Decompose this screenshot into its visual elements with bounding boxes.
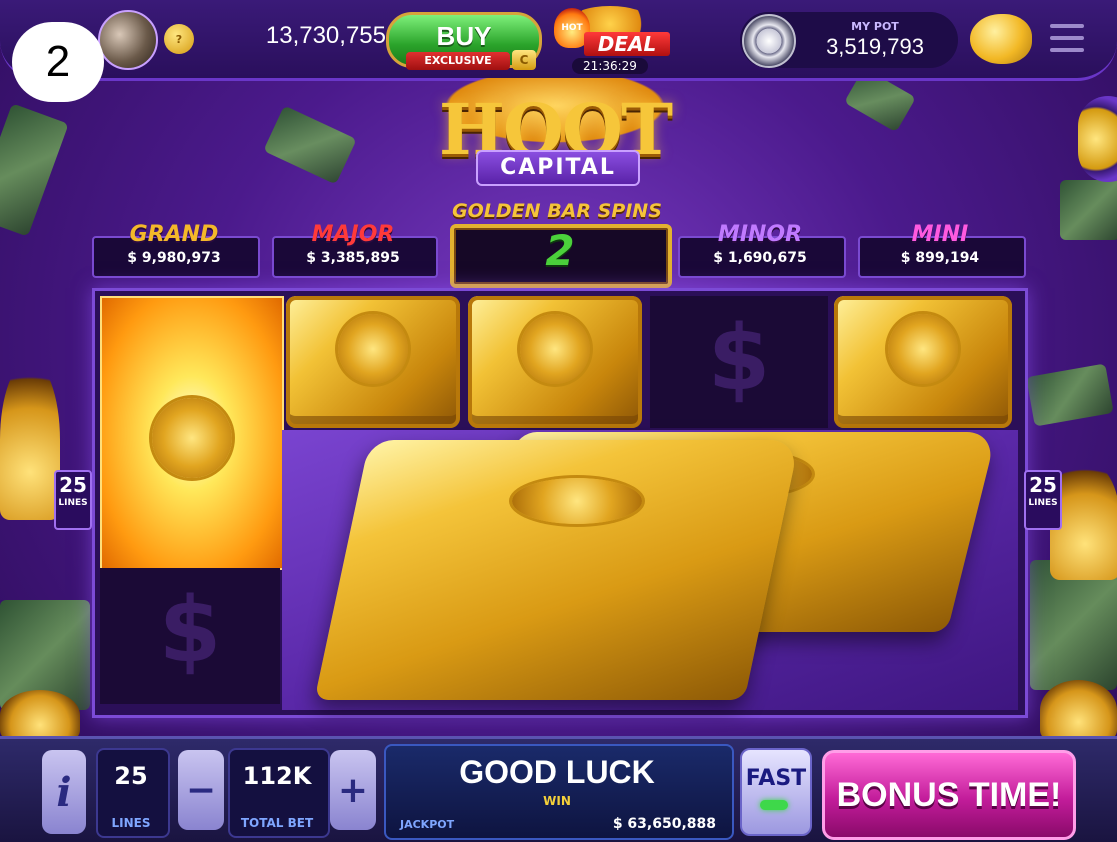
increase-bet-button[interactable]: + xyxy=(330,750,376,830)
my-pot-title: MY POT xyxy=(851,20,899,33)
coin-balance: 13,730,755 xyxy=(265,22,386,49)
piggy-bank-icon[interactable] xyxy=(970,14,1032,64)
exclusive-tag: EXCLUSIVE xyxy=(406,52,510,70)
lines-label-left: LINES xyxy=(58,498,88,508)
level-coin-icon: ? xyxy=(164,24,194,54)
decrease-bet-button[interactable]: − xyxy=(178,750,224,830)
jackpot-grand-value: $ 9,980,973 xyxy=(127,250,221,266)
fast-indicator-light xyxy=(760,800,788,810)
jackpot-mini-title: MINI xyxy=(911,222,969,247)
coin-icon: C xyxy=(512,50,536,70)
avatar[interactable] xyxy=(98,10,158,70)
total-bet-value: 112K xyxy=(242,762,312,790)
golden-bars-feature xyxy=(282,430,1018,710)
deal-button[interactable]: DEAL xyxy=(584,32,670,56)
jackpot-grand-title: GRAND xyxy=(129,222,219,247)
owl-emblem-icon xyxy=(888,314,958,384)
owl-emblem-icon xyxy=(512,478,642,524)
lines-label-right: LINES xyxy=(1028,498,1058,508)
reel-cell-empty: $ xyxy=(650,296,828,428)
deal-timer: 21:36:29 xyxy=(572,58,648,74)
step-badge: 2 xyxy=(12,22,104,102)
jackpot-label: JACKPOT xyxy=(400,818,455,831)
vault-icon xyxy=(742,14,796,68)
reel-symbol-gold-owl xyxy=(286,296,460,428)
jackpot-mini-value: $ 899,194 xyxy=(900,250,980,266)
side-bonus-icon[interactable] xyxy=(1078,96,1117,182)
reel-symbol-glowing-owl xyxy=(100,296,284,570)
menu-icon[interactable] xyxy=(1050,24,1084,52)
info-button[interactable]: i xyxy=(42,750,86,834)
lines-label: LINES xyxy=(111,816,151,830)
dollar-icon: $ xyxy=(158,578,222,683)
cash-decoration xyxy=(1060,180,1117,240)
jackpot-minor-title: MINOR xyxy=(717,222,803,247)
owl-emblem-icon xyxy=(152,398,232,478)
jackpot-major-title: MAJOR xyxy=(311,222,395,247)
golden-bar-spins-count: 2 xyxy=(545,226,575,275)
fast-spin-label: FAST xyxy=(745,766,807,791)
bonus-time-label: BONUS TIME! xyxy=(836,775,1062,814)
bonus-time-button[interactable]: BONUS TIME! xyxy=(822,750,1076,840)
lines-badge-left: 25 LINES xyxy=(54,470,92,530)
win-label: WIN xyxy=(543,794,571,808)
reel-symbol-gold-owl xyxy=(834,296,1012,428)
lines-badge-right: 25 LINES xyxy=(1024,470,1062,530)
coin-pile-decoration xyxy=(1040,680,1117,740)
golden-bar-spins-title: GOLDEN BAR SPINS xyxy=(452,200,662,222)
total-bet-label: TOTAL BET xyxy=(240,816,314,830)
cash-decoration xyxy=(263,105,357,185)
jackpot-major-value: $ 3,385,895 xyxy=(306,250,400,266)
lines-count-left: 25 xyxy=(59,473,87,497)
dollar-icon: $ xyxy=(707,306,771,411)
owl-emblem-icon xyxy=(338,314,408,384)
reel-symbol-gold-owl xyxy=(468,296,642,428)
fast-spin-button[interactable]: FAST xyxy=(740,748,812,836)
coin-pile-decoration xyxy=(0,360,60,520)
my-pot-value: 3,519,793 xyxy=(826,34,924,59)
lines-value: 25 xyxy=(114,762,148,790)
cash-decoration xyxy=(1026,363,1114,427)
cash-decoration xyxy=(0,103,69,237)
message-text: GOOD LUCK xyxy=(459,754,655,790)
jackpot-minor-value: $ 1,690,675 xyxy=(713,250,807,266)
jackpot-value: $ 63,650,888 xyxy=(612,816,716,832)
owl-emblem-icon xyxy=(520,314,590,384)
coin-pile-decoration xyxy=(0,690,80,740)
reel-cell-empty: $ xyxy=(100,568,280,704)
buy-button-label: BUY xyxy=(436,21,492,51)
lines-count-right: 25 xyxy=(1029,473,1057,497)
game-logo-subtitle: CAPITAL xyxy=(476,150,640,186)
